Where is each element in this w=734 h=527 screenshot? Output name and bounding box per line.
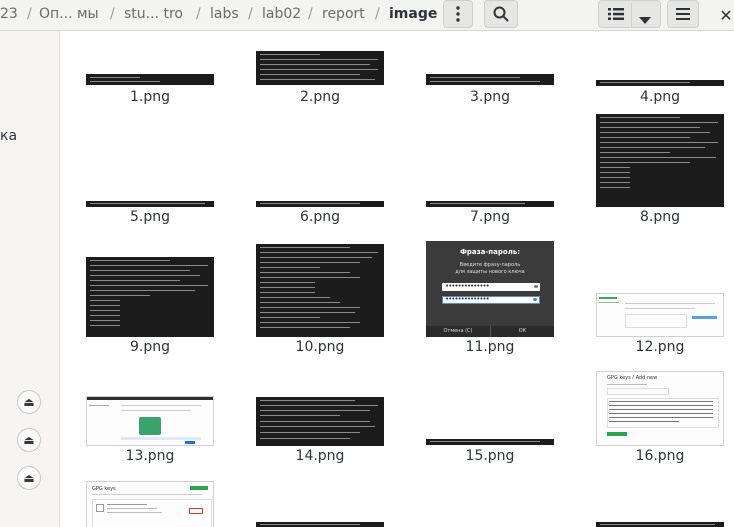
webpage-thumbnail [86, 396, 214, 446]
thumbnail [256, 397, 384, 446]
thumbnail [86, 201, 214, 207]
file-label: 2.png [299, 89, 340, 105]
thumbnail [86, 74, 214, 85]
eject-icon: ⏏ [23, 395, 35, 409]
thumbnail [256, 522, 384, 527]
file-label: 11.png [465, 339, 515, 355]
breadcrumb-separator: / [110, 6, 115, 22]
search-button[interactable] [484, 0, 518, 28]
file-label: 3.png [469, 89, 510, 105]
thumbnail-text: GPG keys [92, 486, 116, 492]
dialog-cancel: Отмена (С) [443, 328, 473, 334]
breadcrumb-separator: / [27, 6, 32, 22]
main-menu-button[interactable] [667, 0, 699, 28]
thumbnail [256, 244, 384, 337]
file-grid: 1.png 2.png 3.png 4.png 5.png 6.png 7.pn… [60, 31, 734, 527]
passphrase-dialog-thumbnail: Фраза-пароль: Введите фразу-пароль для з… [426, 241, 554, 337]
file-label: 4.png [639, 89, 680, 105]
breadcrumb-item[interactable]: 23 [0, 6, 18, 22]
file-label: 1.png [129, 89, 170, 105]
dialog-ok: ОК [490, 326, 554, 337]
places-sidebar: ка ⏏ ⏏ ⏏ [0, 31, 60, 527]
chevron-down-icon[interactable] [639, 11, 651, 29]
breadcrumb-separator: / [308, 6, 313, 22]
gpg-webpage-thumbnail: GPG keys / Add new [596, 371, 724, 446]
thumbnail [426, 439, 554, 445]
thumbnail [596, 114, 724, 207]
sidebar-item-label[interactable]: ка [0, 128, 17, 144]
file-label: 8.png [639, 209, 680, 225]
thumbnail [596, 80, 724, 86]
dialog-subtitle: Введите фразу-пароль [459, 262, 521, 268]
eject-button[interactable]: ⏏ [17, 466, 41, 490]
thumbnail [86, 257, 214, 337]
breadcrumb-item[interactable]: labs [210, 6, 239, 22]
thumbnail-text: GPG keys / Add new [607, 375, 658, 381]
button-divider [631, 3, 632, 27]
eject-icon: ⏏ [23, 471, 35, 485]
dialog-title: Фраза-пароль: [459, 248, 521, 256]
breadcrumb-item[interactable]: lab02 [262, 6, 301, 22]
file-label: 15.png [465, 448, 515, 464]
thumbnail [256, 51, 384, 85]
search-icon [493, 6, 509, 22]
file-label: 14.png [295, 448, 345, 464]
path-bar: 23 / Оп... мы / stu... tro / labs / lab0… [0, 0, 734, 31]
eject-icon: ⏏ [23, 433, 35, 447]
file-label: 13.png [125, 448, 175, 464]
view-mode-button[interactable] [598, 0, 661, 28]
eject-button[interactable]: ⏏ [17, 390, 41, 414]
file-label: 5.png [129, 209, 170, 225]
passphrase-field: •••••••••••••• [442, 282, 540, 291]
breadcrumb-item[interactable]: Оп... мы [39, 6, 99, 22]
breadcrumb-separator: / [375, 6, 380, 22]
eject-button[interactable]: ⏏ [17, 428, 41, 452]
breadcrumb-item[interactable]: stu... tro [124, 6, 183, 22]
kebab-icon [456, 6, 460, 22]
thumbnail [426, 74, 554, 85]
thumbnail [426, 201, 554, 207]
webpage-thumbnail [596, 293, 724, 337]
path-menu-button[interactable] [443, 0, 473, 28]
dialog-subtitle: для защиты нового ключа [455, 269, 525, 275]
list-view-icon [608, 7, 624, 25]
breadcrumb-separator: / [196, 6, 201, 22]
file-label: 10.png [295, 339, 345, 355]
file-label: 7.png [469, 209, 510, 225]
breadcrumb-item[interactable]: report [322, 6, 365, 22]
file-label: 16.png [635, 448, 685, 464]
passphrase-confirm-field: •••••••••••••• [442, 295, 540, 304]
close-icon: ✕ [719, 5, 733, 25]
thumbnail [256, 201, 384, 207]
thumbnail [596, 522, 724, 527]
hamburger-icon [676, 8, 690, 20]
breadcrumb-current[interactable]: image [389, 6, 437, 22]
gpg-keys-page-thumbnail: GPG keys [86, 481, 214, 527]
file-label: 9.png [129, 339, 170, 355]
file-label: 12.png [635, 339, 685, 355]
file-label: 6.png [299, 209, 340, 225]
close-button[interactable]: ✕ [718, 0, 734, 30]
breadcrumb-separator: / [248, 6, 253, 22]
